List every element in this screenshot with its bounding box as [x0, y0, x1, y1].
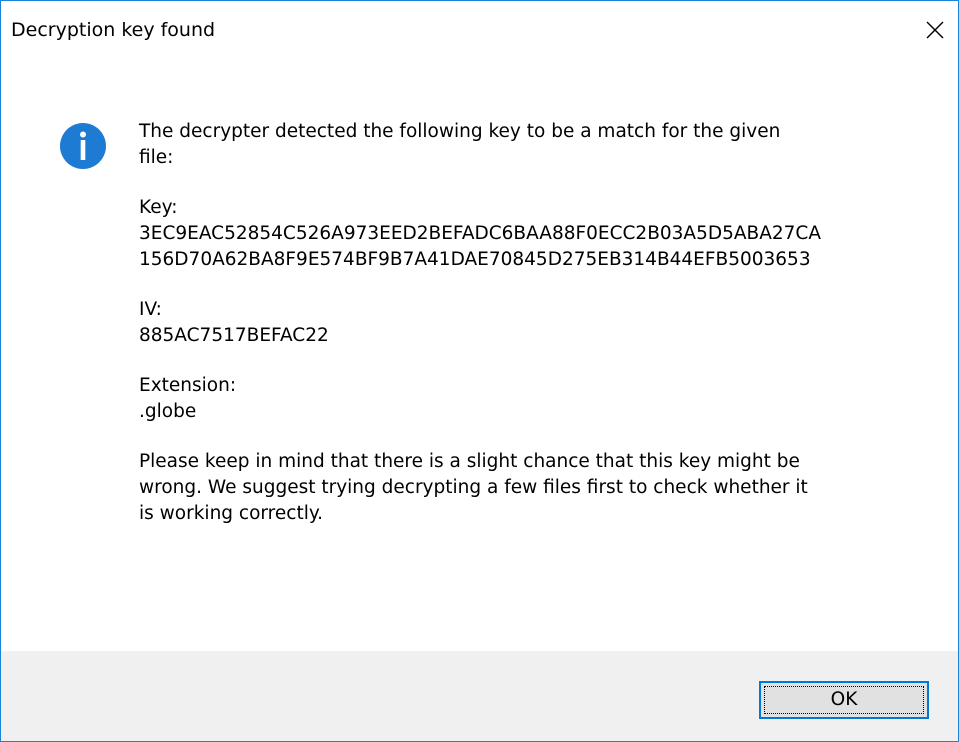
- intro-line-1: The decrypter detected the following key…: [139, 121, 781, 142]
- message-text: The decrypter detected the following key…: [139, 119, 919, 551]
- close-button[interactable]: [912, 1, 958, 59]
- ok-button-label: OK: [830, 689, 858, 710]
- key-value-line-1: 3EC9EAC52854C526A973EED2BEFADC6BAA88F0EC…: [139, 223, 821, 244]
- close-icon: [926, 21, 944, 39]
- intro-line-2: file:: [139, 147, 174, 168]
- warning-line-2: wrong. We suggest trying decrypting a fe…: [139, 477, 808, 498]
- key-label: Key:: [139, 197, 178, 218]
- button-bar: OK: [1, 651, 958, 741]
- extension-block: Extension: .globe: [139, 373, 919, 425]
- extension-value: .globe: [139, 401, 197, 422]
- message-dialog: Decryption key found The decrypter detec…: [0, 0, 959, 742]
- dialog-content: The decrypter detected the following key…: [1, 59, 958, 649]
- iv-label: IV:: [139, 299, 162, 320]
- key-block: Key: 3EC9EAC52854C526A973EED2BEFADC6BAA8…: [139, 195, 919, 273]
- iv-block: IV: 885AC7517BEFAC22: [139, 297, 919, 349]
- title-bar: Decryption key found: [1, 1, 958, 59]
- key-value-line-2: 156D70A62BA8F9E574BF9B7A41DAE70845D275EB…: [139, 249, 811, 270]
- iv-value: 885AC7517BEFAC22: [139, 325, 329, 346]
- warning-line-3: is working correctly.: [139, 503, 324, 524]
- info-icon: [60, 123, 106, 169]
- warning-text: Please keep in mind that there is a slig…: [139, 449, 919, 527]
- warning-line-1: Please keep in mind that there is a slig…: [139, 451, 800, 472]
- intro-text: The decrypter detected the following key…: [139, 119, 919, 171]
- dialog-title: Decryption key found: [11, 19, 216, 41]
- ok-button[interactable]: OK: [759, 681, 929, 719]
- extension-label: Extension:: [139, 375, 237, 396]
